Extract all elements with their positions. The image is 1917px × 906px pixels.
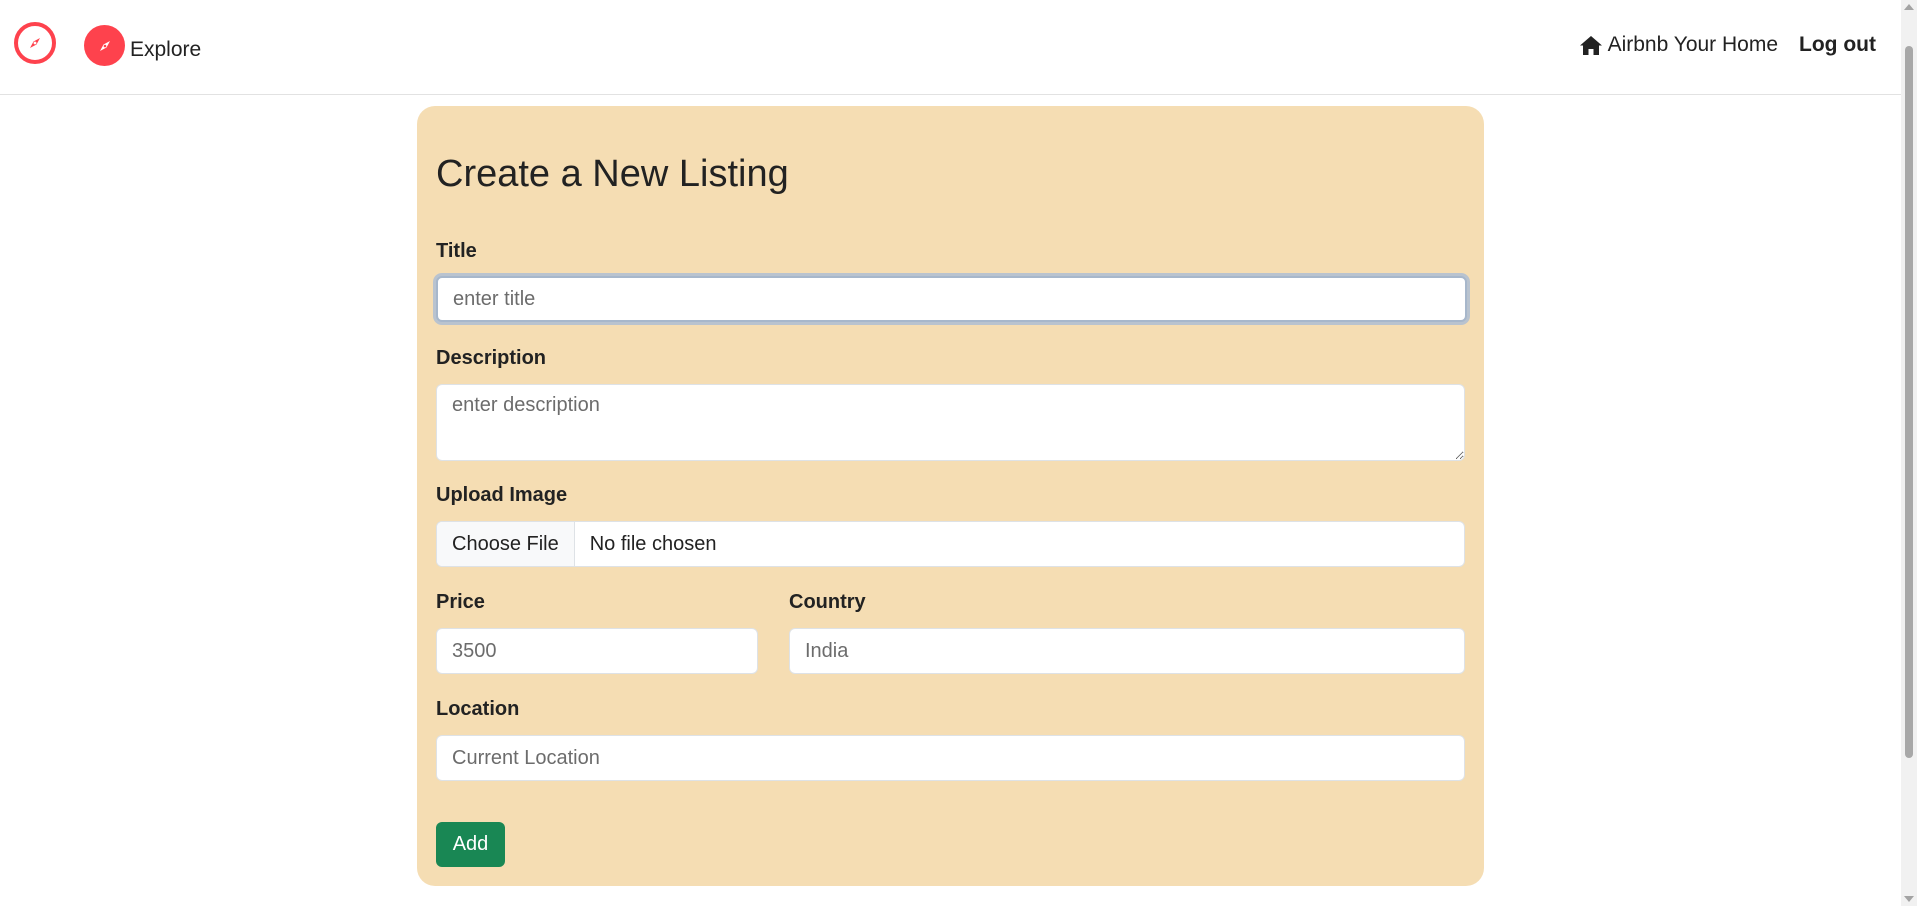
country-label: Country: [789, 591, 866, 613]
compass-icon[interactable]: [14, 22, 56, 64]
location-label: Location: [436, 698, 520, 720]
upload-image-label: Upload Image: [436, 484, 568, 506]
country-input[interactable]: [789, 628, 1465, 674]
title-input[interactable]: [436, 276, 1467, 322]
home-icon: [1579, 35, 1603, 56]
location-input[interactable]: [436, 735, 1465, 781]
scrollbar[interactable]: [1901, 0, 1917, 906]
logout-link[interactable]: Log out: [1799, 33, 1876, 57]
description-textarea[interactable]: [436, 384, 1465, 461]
price-input[interactable]: [436, 628, 758, 674]
scroll-thumb[interactable]: [1905, 46, 1913, 758]
page-title: Create a New Listing: [436, 153, 789, 195]
nav-explore-link[interactable]: Explore: [84, 25, 201, 66]
description-label: Description: [436, 347, 547, 369]
scroll-up-icon[interactable]: [1904, 4, 1914, 10]
nav-right: Airbnb Your Home Log out: [1579, 33, 1876, 57]
image-file-input[interactable]: Choose File No file chosen: [436, 521, 1465, 567]
airbnb-your-home-link[interactable]: Airbnb Your Home: [1579, 33, 1778, 57]
navbar: Explore Airbnb Your Home Log out: [0, 0, 1901, 95]
nav-explore-label: Explore: [130, 37, 202, 61]
compass-icon: [84, 25, 125, 66]
choose-file-button[interactable]: Choose File: [437, 522, 575, 566]
file-status: No file chosen: [589, 532, 717, 555]
price-label: Price: [436, 591, 485, 613]
scroll-down-icon[interactable]: [1904, 896, 1914, 902]
title-label: Title: [436, 240, 477, 262]
airbnb-your-home-label: Airbnb Your Home: [1607, 33, 1779, 56]
new-listing-form-card: Create a New Listing Title Description U…: [417, 106, 1484, 886]
add-button[interactable]: Add: [436, 822, 505, 867]
